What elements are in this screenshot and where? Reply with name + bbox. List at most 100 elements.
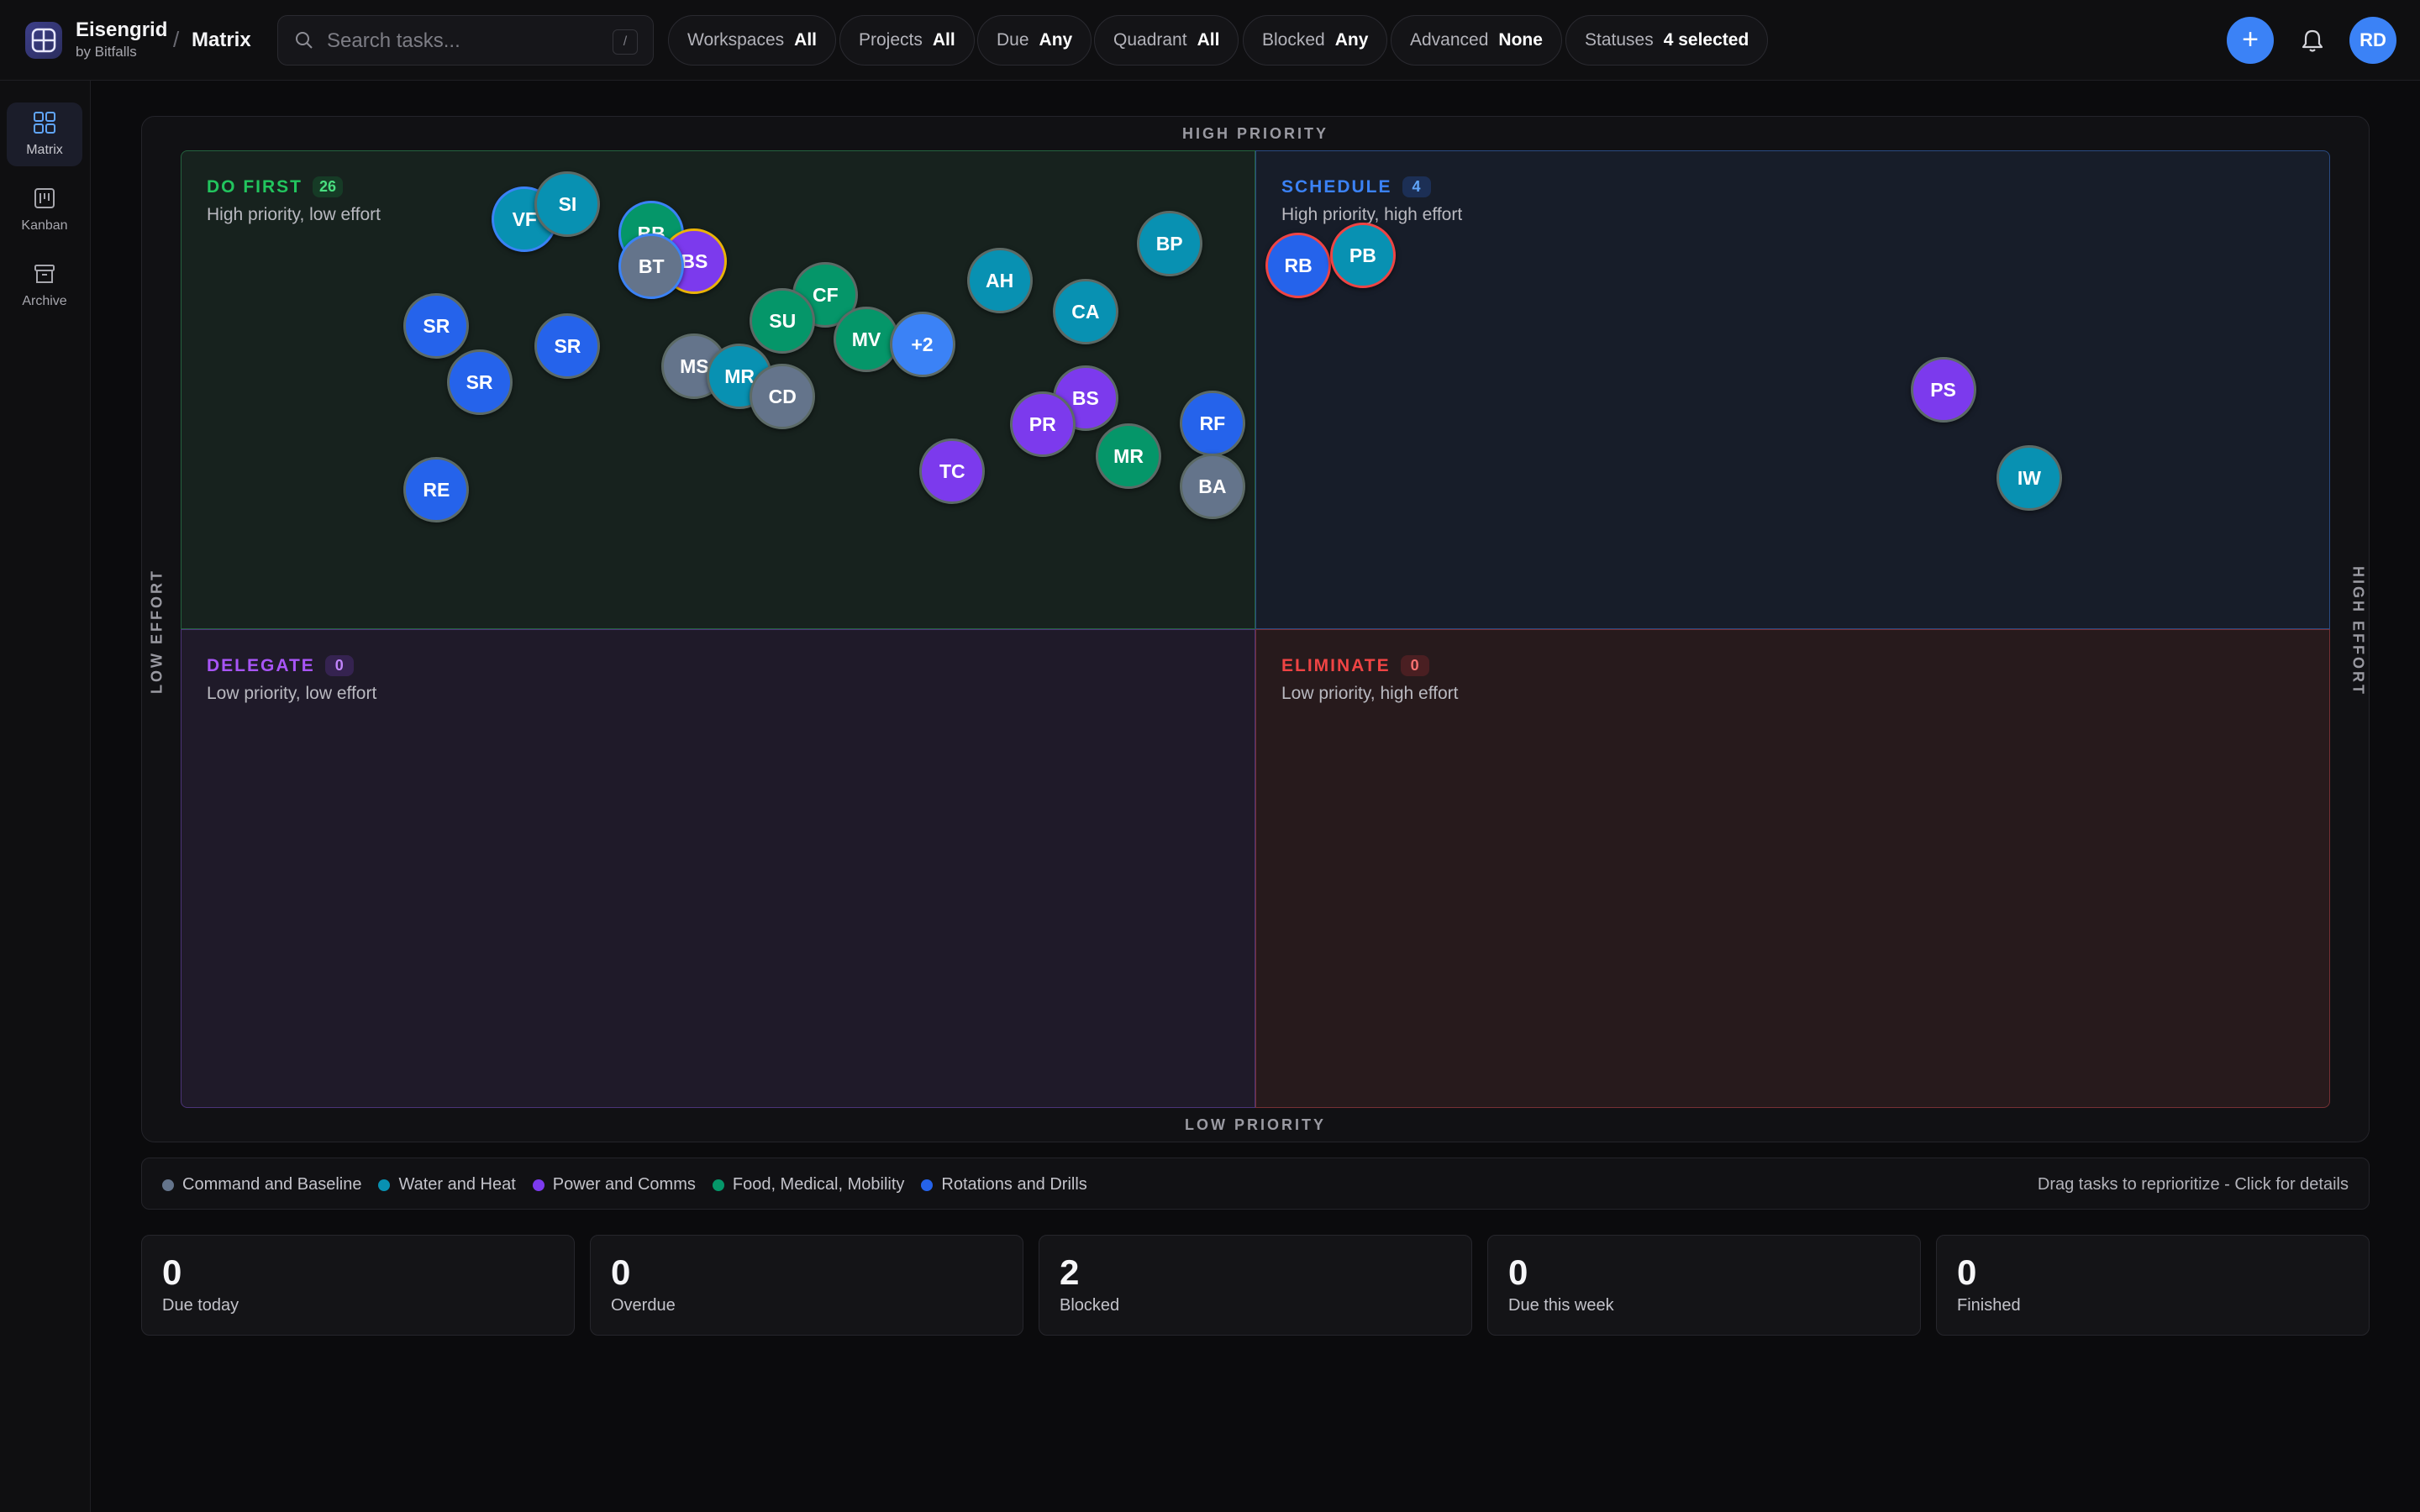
legend-label: Rotations and Drills — [941, 1175, 1087, 1194]
legend-label: Power and Comms — [552, 1175, 696, 1194]
stat-card-overdue[interactable]: 0 Overdue — [590, 1235, 1023, 1336]
legend-label: Water and Heat — [398, 1175, 516, 1194]
grid-icon — [34, 112, 55, 134]
filter-label: Statuses — [1585, 30, 1654, 50]
app-name: Eisengrid — [76, 18, 168, 41]
sidebar-item-label: Archive — [22, 294, 67, 308]
filter-label: Workspaces — [687, 30, 785, 50]
task-bubble[interactable]: IW — [1996, 444, 2062, 511]
task-bubble[interactable]: AH — [966, 248, 1033, 314]
stat-label: Finished — [1957, 1296, 2021, 1315]
filter-blocked[interactable]: Blocked Any — [1243, 15, 1388, 66]
stat-label: Due this week — [1508, 1296, 1614, 1315]
stat-label: Blocked — [1060, 1296, 1120, 1315]
sidebar: Matrix Kanban Archive — [0, 81, 91, 1512]
legend-items: Command and Baseline Water and Heat Powe… — [162, 1175, 1104, 1194]
stat-card-finished[interactable]: 0 Finished — [1936, 1235, 2370, 1336]
task-bubble[interactable]: PS — [1910, 357, 1976, 423]
filter-value: All — [1197, 30, 1220, 50]
filter-label: Due — [997, 30, 1029, 50]
stat-value: 0 — [1508, 1252, 1528, 1292]
legend-label: Command and Baseline — [182, 1175, 362, 1194]
task-bubble[interactable]: PR — [1009, 391, 1076, 458]
task-bubble[interactable]: SR — [446, 349, 513, 415]
filter-quadrant[interactable]: Quadrant All — [1094, 15, 1239, 66]
axis-label-left: LOW EFFORT — [148, 569, 166, 694]
search-input[interactable] — [325, 26, 597, 56]
filter-value: Any — [1334, 30, 1369, 50]
filter-value: Any — [1039, 30, 1073, 50]
breadcrumb-separator: / — [173, 27, 180, 52]
priority-matrix: HIGH PRIORITY LOW PRIORITY LOW EFFORT HI… — [141, 116, 2370, 1142]
app-subtitle: by Bitfalls — [76, 44, 137, 60]
sidebar-item-label: Kanban — [21, 218, 68, 233]
filter-workspaces[interactable]: Workspaces All — [668, 15, 836, 66]
filter-value: All — [794, 30, 817, 50]
filter-value: All — [932, 30, 955, 50]
filter-due[interactable]: Due Any — [977, 15, 1092, 66]
task-bubble[interactable]: PB — [1329, 223, 1396, 289]
legend-dot — [921, 1179, 934, 1191]
task-bubble[interactable]: SR — [403, 292, 470, 359]
legend-label: Food, Medical, Mobility — [732, 1175, 905, 1194]
user-avatar[interactable]: RD — [2349, 17, 2396, 64]
task-bubble[interactable]: BT — [618, 233, 685, 299]
sidebar-item-archive[interactable]: Archive — [7, 254, 82, 318]
filter-label: Quadrant — [1113, 30, 1187, 50]
kanban-icon — [34, 188, 55, 208]
task-bubble[interactable]: BA — [1179, 454, 1245, 520]
filter-label: Blocked — [1262, 30, 1325, 50]
stat-card-blocked[interactable]: 2 Blocked — [1039, 1235, 1472, 1336]
filter-projects[interactable]: Projects All — [839, 15, 975, 66]
matrix-grid: DO FIRST 26 High priority, low effort SC… — [181, 150, 2330, 1108]
task-bubble[interactable]: RB — [1265, 232, 1332, 298]
filter-label: Advanced — [1410, 30, 1489, 50]
task-bubbles-layer: VFSIBBBSBTBPAHCACFSUMV+2SRSRSRMSMRCDBSRF… — [181, 150, 2330, 1108]
task-bubble[interactable]: RF — [1179, 390, 1245, 456]
legend-dot — [378, 1179, 391, 1191]
stat-label: Due today — [162, 1296, 239, 1315]
legend-dot — [712, 1179, 724, 1191]
legend-hint: Drag tasks to reprioritize - Click for d… — [2037, 1175, 2349, 1194]
top-bar: Eisengrid by Bitfalls / Matrix / Workspa… — [0, 0, 2420, 81]
task-bubble[interactable]: +2 — [889, 312, 955, 378]
breadcrumb-current: Matrix — [192, 29, 251, 51]
task-bubble[interactable]: SI — [534, 171, 601, 237]
stat-value: 2 — [1060, 1252, 1080, 1292]
stat-card-due-this-week[interactable]: 0 Due this week — [1487, 1235, 1921, 1336]
bell-icon[interactable] — [2296, 24, 2329, 57]
axis-label-bottom: LOW PRIORITY — [1185, 1116, 1326, 1133]
filter-label: Projects — [859, 30, 923, 50]
search-icon — [295, 31, 313, 54]
legend-item: Command and Baseline — [162, 1175, 361, 1194]
sidebar-item-label: Matrix — [26, 143, 63, 157]
filter-statuses[interactable]: Statuses 4 selected — [1565, 15, 1769, 66]
stat-label: Overdue — [611, 1296, 676, 1315]
sidebar-item-matrix[interactable]: Matrix — [7, 102, 82, 166]
task-bubble[interactable]: TC — [919, 438, 986, 504]
archive-icon — [34, 265, 55, 283]
search-box[interactable]: / — [277, 15, 654, 66]
task-bubble[interactable]: CA — [1052, 278, 1118, 344]
task-bubble[interactable]: MV — [834, 306, 899, 372]
sidebar-item-kanban[interactable]: Kanban — [7, 178, 82, 242]
legend-dot — [162, 1179, 174, 1191]
stat-value: 0 — [162, 1252, 182, 1292]
legend-item: Food, Medical, Mobility — [712, 1175, 905, 1194]
task-bubble[interactable]: RE — [403, 456, 470, 522]
task-bubble[interactable]: CD — [750, 363, 816, 429]
filter-advanced[interactable]: Advanced None — [1391, 15, 1562, 66]
task-bubble[interactable]: SR — [534, 312, 601, 379]
legend-item: Water and Heat — [378, 1175, 516, 1194]
add-task-button[interactable]: + — [2227, 17, 2274, 64]
filter-value: 4 selected — [1663, 30, 1749, 50]
app-logo-icon[interactable] — [25, 22, 62, 59]
search-shortcut-hint: / — [613, 29, 638, 55]
stat-card-due-today[interactable]: 0 Due today — [141, 1235, 575, 1336]
axis-label-top: HIGH PRIORITY — [1181, 125, 1328, 142]
stat-value: 0 — [1957, 1252, 1977, 1292]
task-bubble[interactable]: BP — [1136, 210, 1202, 276]
legend-item: Power and Comms — [532, 1175, 696, 1194]
task-bubble[interactable]: SU — [750, 287, 816, 354]
task-bubble[interactable]: MR — [1096, 423, 1162, 489]
